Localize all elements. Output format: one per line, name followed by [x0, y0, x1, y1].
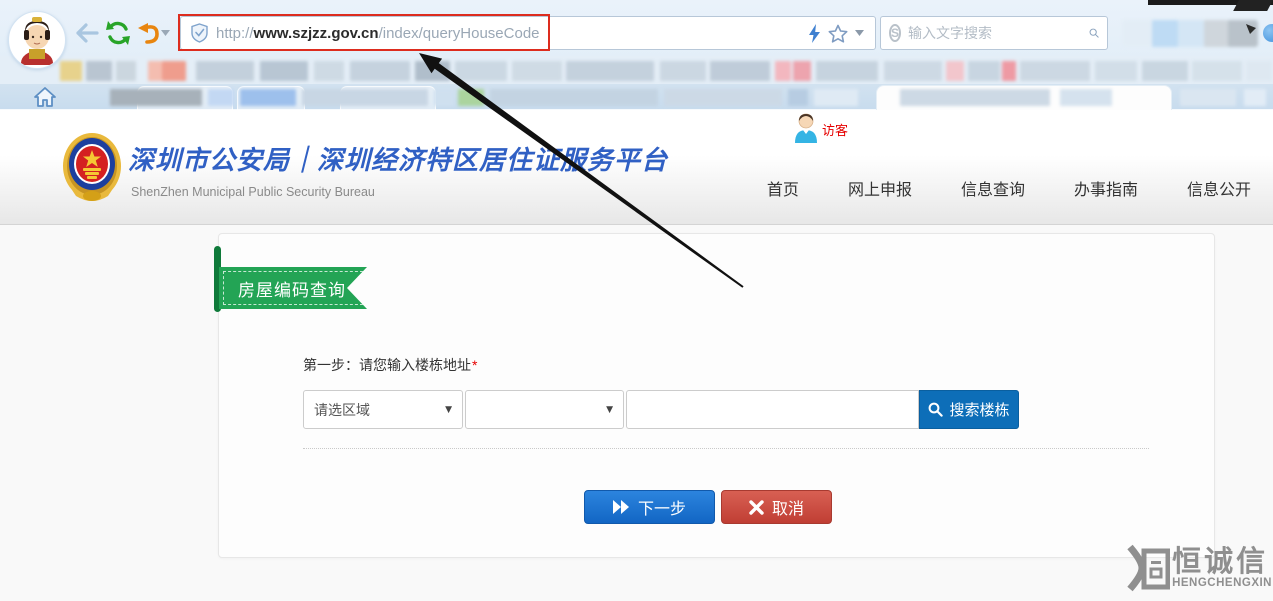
browser-chrome: http://www.szjzz.gov.cn/index/queryHouse…	[0, 0, 1273, 110]
site-title: 深圳市公安局｜深圳经济特区居住证服务平台	[128, 140, 668, 177]
blurred-app-icon	[1263, 24, 1273, 42]
bookmarks-bar	[0, 56, 1273, 84]
watermark: 恒诚信 HENGCHENGXIN	[1126, 543, 1272, 593]
visitor-avatar-icon	[793, 112, 819, 144]
address-controls: 请选区域 ▼ ▼ 搜索楼栋	[303, 390, 1019, 429]
back-arrow-icon	[75, 23, 99, 43]
refresh-icon	[105, 20, 131, 46]
undo-dropdown[interactable]	[158, 18, 172, 48]
window-corner	[1233, 0, 1273, 11]
browser-toolbar: http://www.szjzz.gov.cn/index/queryHouse…	[0, 0, 1273, 56]
nav-online-declare[interactable]: 网上申报	[848, 176, 912, 200]
divider	[303, 448, 1149, 449]
address-bar-actions	[808, 16, 864, 50]
search-building-button[interactable]: 搜索楼栋	[919, 390, 1019, 429]
next-step-button[interactable]: 下一步	[584, 490, 715, 524]
watermark-en: HENGCHENGXIN	[1172, 577, 1272, 589]
favorites-dropdown-icon[interactable]	[855, 30, 864, 36]
url-domain: www.szjzz.gov.cn	[254, 25, 379, 42]
browser-search-box[interactable]: S	[880, 16, 1108, 50]
chevron-down-icon	[161, 30, 170, 36]
select-caret-icon: ▼	[606, 405, 613, 415]
visitor-label: 访客	[822, 120, 848, 139]
back-button[interactable]	[72, 18, 102, 48]
lightning-icon[interactable]	[808, 24, 821, 43]
step-label: 第一步：请您输入楼栋地址*	[303, 355, 477, 375]
ribbon-banner: 房屋编码查询	[219, 267, 367, 309]
tab-strip	[0, 84, 1273, 110]
search-input[interactable]	[908, 25, 1089, 41]
site-header: 深圳市公安局｜深圳经济特区居住证服务平台 ShenZhen Municipal …	[0, 110, 1273, 225]
refresh-button[interactable]	[103, 18, 133, 48]
form-actions: 下一步 取消	[584, 490, 832, 524]
building-address-input[interactable]	[626, 390, 919, 429]
site-subtitle: ShenZhen Municipal Public Security Burea…	[131, 185, 375, 199]
street-select[interactable]: ▼	[465, 390, 624, 429]
site-nav: 首页 网上申报 信息查询 办事指南 信息公开	[767, 176, 1251, 200]
select-caret-icon: ▼	[445, 405, 452, 415]
watermark-cn: 恒诚信	[1172, 547, 1272, 577]
visitor-badge[interactable]: 访客	[793, 112, 848, 144]
blurred-toolbar-region	[1122, 20, 1258, 47]
favorite-star-icon[interactable]	[828, 24, 848, 43]
hengchengxin-logo-icon	[1126, 543, 1170, 593]
cancel-x-icon	[749, 500, 764, 515]
webpage: 深圳市公安局｜深圳经济特区居住证服务平台 ShenZhen Municipal …	[0, 110, 1273, 601]
police-badge-logo	[60, 130, 124, 204]
page-content: 房屋编码查询 第一步：请您输入楼栋地址* 请选区域 ▼ ▼	[0, 225, 1273, 601]
url-text: http://www.szjzz.gov.cn/index/queryHouse…	[216, 25, 540, 42]
nav-info-query[interactable]: 信息查询	[961, 176, 1025, 200]
address-bar[interactable]: http://www.szjzz.gov.cn/index/queryHouse…	[180, 16, 876, 50]
browser-user-avatar[interactable]	[8, 11, 66, 69]
browser-window: http://www.szjzz.gov.cn/index/queryHouse…	[0, 0, 1273, 601]
search-magnifier-icon[interactable]	[1089, 24, 1099, 42]
sogou-logo-icon: S	[889, 24, 901, 42]
small-cursor-glyph	[1246, 24, 1256, 34]
district-select[interactable]: 请选区域 ▼	[303, 390, 463, 429]
required-asterisk: *	[472, 357, 477, 373]
nav-info-public[interactable]: 信息公开	[1187, 176, 1251, 200]
ribbon-title: 房屋编码查询	[238, 276, 346, 301]
search-icon	[928, 402, 943, 417]
nav-home[interactable]: 首页	[767, 176, 799, 200]
query-card: 房屋编码查询 第一步：请您输入楼栋地址* 请选区域 ▼ ▼	[218, 233, 1215, 558]
nav-guide[interactable]: 办事指南	[1074, 176, 1138, 200]
cartoon-avatar-icon	[15, 15, 59, 65]
forward-icon	[613, 500, 630, 514]
cancel-button[interactable]: 取消	[721, 490, 832, 524]
site-security-shield-icon	[191, 23, 208, 43]
